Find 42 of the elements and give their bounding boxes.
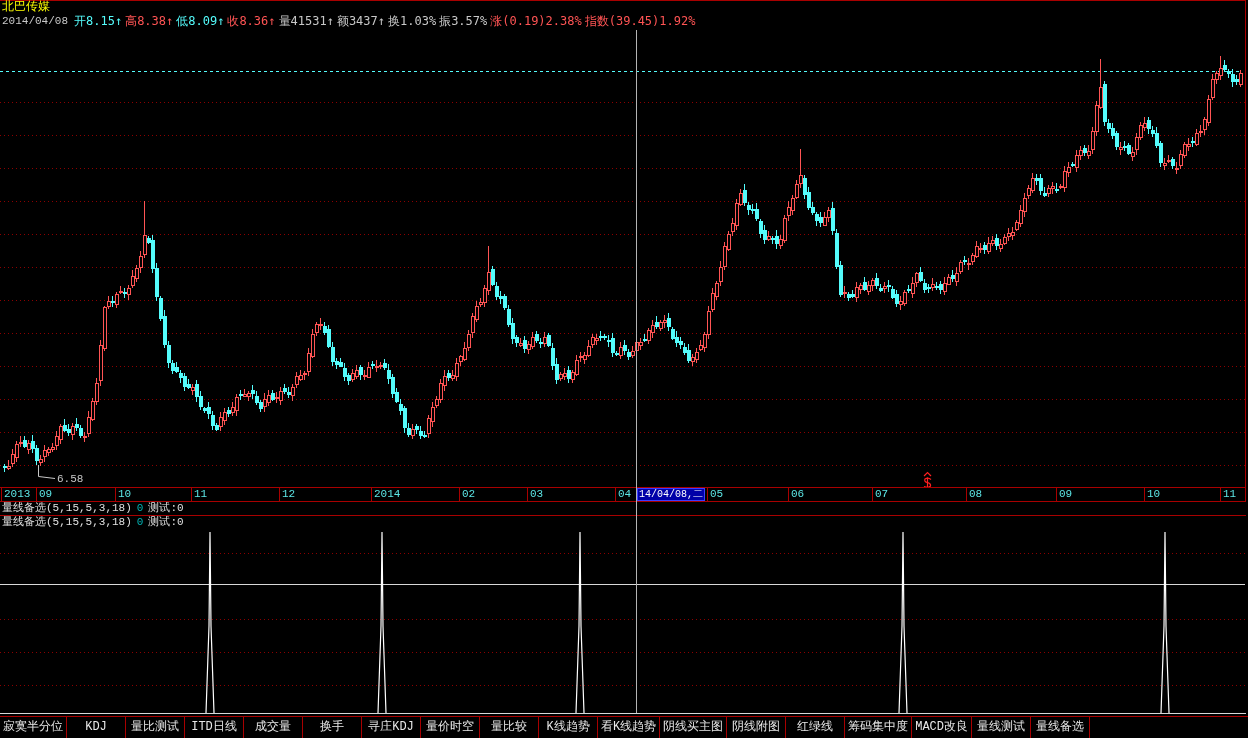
indicator-tab[interactable]: 筹码集中度 — [845, 717, 913, 738]
date-label: 05 — [710, 488, 724, 501]
quote-field: 开8.15↑ — [74, 14, 123, 29]
quote-field: 换1.03% — [388, 14, 437, 29]
indicator-tab[interactable]: 寂寞半分位 — [0, 717, 67, 738]
indicator-tab[interactable]: 阴线买主图 — [660, 717, 728, 738]
date-label: 03 — [530, 488, 544, 501]
quote-field: 量41531↑ — [278, 14, 334, 29]
dollar-marker-icon — [923, 471, 932, 487]
quote-date: 2014/04/08 — [2, 14, 68, 29]
quote-field: 振3.57% — [439, 14, 488, 29]
quote-field: 收8.36↑ — [227, 14, 276, 29]
date-label: 02 — [462, 488, 476, 501]
date-label: 09 — [1059, 488, 1073, 501]
date-label: 12 — [282, 488, 296, 501]
date-label: 10 — [118, 488, 132, 501]
indicator-name: 量线备选(5,15,5,3,18) — [2, 502, 132, 515]
date-label: 2014 — [374, 488, 401, 501]
date-label: 09 — [39, 488, 53, 501]
indicator-tab[interactable]: 看K线趋势 — [598, 717, 661, 738]
date-label: 2013 — [4, 488, 31, 501]
quote-field: 高8.38↑ — [125, 14, 174, 29]
quote-field: 低8.09↑ — [176, 14, 225, 29]
date-label: 07 — [875, 488, 889, 501]
date-label: 04 — [618, 488, 632, 501]
indicator-name: 量线备选(5,15,5,3,18) — [2, 516, 132, 529]
quote-field: 涨(0.19)2.38% — [490, 14, 582, 29]
quote-field: 指数(39.45)1.92% — [584, 14, 696, 29]
quote-field: 额3437↑ — [336, 14, 385, 29]
date-label: 11 — [1223, 488, 1237, 501]
indicator-value: 0 — [136, 516, 144, 529]
date-label: 08 — [969, 488, 983, 501]
stock-name: 北巴传媒 — [2, 0, 50, 14]
cursor-date-label: 14/04/08,二 — [637, 488, 705, 501]
indicator-output: 测试:0 — [148, 502, 184, 515]
date-label: 11 — [194, 488, 208, 501]
date-label: 06 — [791, 488, 805, 501]
low-price-label: 6.58 — [57, 473, 84, 485]
leader-line — [38, 464, 56, 479]
indicator-value: 0 — [136, 502, 144, 515]
indicator-output: 测试:0 — [148, 516, 184, 529]
date-label: 10 — [1147, 488, 1161, 501]
